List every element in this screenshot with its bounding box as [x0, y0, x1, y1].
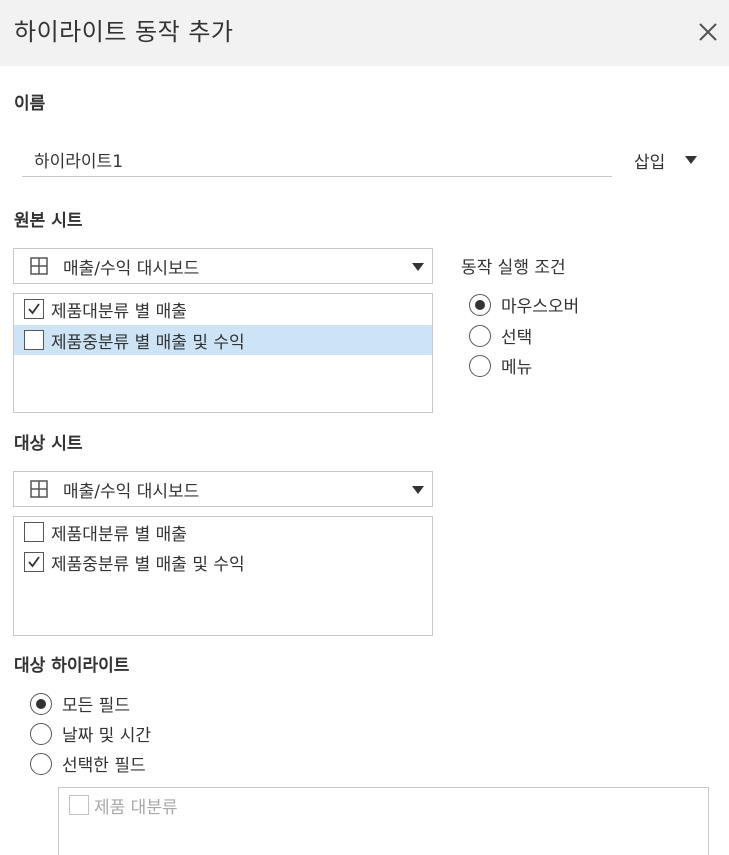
name-input[interactable]: [22, 142, 612, 177]
radio-button-selected[interactable]: [30, 692, 52, 715]
dialog-header: 하이라이트 동작 추가: [0, 0, 729, 66]
dialog-title: 하이라이트 동작 추가: [14, 18, 234, 46]
checkbox[interactable]: [24, 330, 44, 350]
radio-mouseover[interactable]: 마우스오버: [469, 292, 579, 317]
radio-label: 날짜 및 시간: [62, 726, 152, 746]
radio-button-selected[interactable]: [469, 293, 491, 316]
target-sheet-list: 제품대분류 별 매출 제품중분류 별 매출 및 수익: [13, 516, 433, 636]
radio-label: 메뉴: [501, 358, 533, 378]
radio-label: 모든 필드: [62, 696, 130, 716]
radio-button[interactable]: [30, 752, 52, 775]
list-item[interactable]: 제품대분류 별 매출: [14, 294, 432, 324]
source-sheet-select[interactable]: 매출/수익 대시보드: [13, 248, 433, 284]
check-icon: [28, 556, 40, 568]
insert-label: 삽입: [634, 152, 666, 173]
target-sheet-select[interactable]: 매출/수익 대시보드: [13, 471, 433, 507]
trigger-label: 동작 실행 조건: [461, 258, 566, 278]
list-item-label: 제품 대분류: [94, 797, 178, 818]
radio-dot: [475, 299, 485, 310]
radio-selected-fields[interactable]: 선택한 필드: [30, 751, 146, 776]
list-item[interactable]: 제품대분류 별 매출: [14, 517, 432, 547]
list-item[interactable]: 제품중분류 별 매출 및 수익: [14, 547, 432, 577]
radio-label: 선택한 필드: [62, 756, 146, 776]
source-sheet-value: 매출/수익 대시보드: [63, 258, 200, 279]
target-sheet-value: 매출/수익 대시보드: [63, 481, 200, 502]
chevron-down-icon: [412, 486, 424, 494]
list-item-label: 제품대분류 별 매출: [51, 524, 187, 545]
grid-icon: [30, 257, 48, 275]
radio-label: 선택: [501, 328, 533, 348]
check-icon: [28, 303, 40, 315]
checkbox-disabled: [69, 795, 89, 815]
list-item-label: 제품대분류 별 매출: [51, 301, 187, 322]
chevron-down-icon: [412, 263, 424, 271]
radio-select[interactable]: 선택: [469, 323, 532, 348]
radio-all-fields[interactable]: 모든 필드: [30, 691, 130, 716]
target-sheet-label: 대상 시트: [14, 434, 83, 454]
radio-button[interactable]: [469, 354, 491, 377]
checkbox-checked[interactable]: [24, 299, 44, 319]
checkbox-checked[interactable]: [24, 552, 44, 572]
list-item-label: 제품중분류 별 매출 및 수익: [51, 332, 245, 353]
list-item-label: 제품중분류 별 매출 및 수익: [51, 554, 245, 575]
checkbox[interactable]: [24, 522, 44, 542]
insert-dropdown[interactable]: 삽입: [634, 146, 714, 174]
list-item[interactable]: 제품중분류 별 매출 및 수익: [14, 325, 432, 355]
name-label: 이름: [14, 94, 46, 114]
grid-icon: [30, 480, 48, 498]
list-item: 제품 대분류: [59, 790, 178, 820]
field-list: 제품 대분류: [58, 787, 709, 855]
close-button[interactable]: [694, 18, 722, 46]
radio-date-time[interactable]: 날짜 및 시간: [30, 721, 151, 746]
radio-button[interactable]: [30, 722, 52, 745]
radio-label: 마우스오버: [501, 297, 580, 317]
source-sheet-label: 원본 시트: [14, 211, 83, 231]
close-icon: [699, 23, 717, 41]
chevron-down-icon: [685, 156, 698, 164]
source-sheet-list: 제품대분류 별 매출 제품중분류 별 매출 및 수익: [13, 293, 433, 413]
radio-menu[interactable]: 메뉴: [469, 353, 532, 378]
radio-button[interactable]: [469, 324, 491, 347]
radio-dot: [36, 698, 46, 709]
target-highlight-label: 대상 하이라이트: [14, 656, 130, 676]
